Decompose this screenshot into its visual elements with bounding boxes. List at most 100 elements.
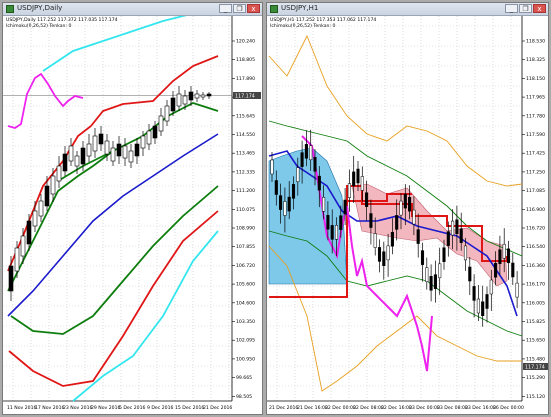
candle-body	[104, 140, 110, 155]
candle-body	[468, 266, 472, 282]
chart-window-daily[interactable]: USDJPY,Daily _ ❐ x USDJPY,Daily 117.252 …	[2, 2, 263, 415]
price-chart[interactable]: 118.530 118.325 118.150 117.965 117.780 117.5…	[267, 16, 548, 414]
minimize-button[interactable]: _	[505, 4, 518, 13]
candle-body	[485, 294, 489, 309]
candle-body	[502, 243, 506, 259]
candle-body	[416, 229, 420, 244]
candle-body	[377, 247, 382, 262]
candle-body	[403, 193, 407, 209]
candle-body	[347, 183, 351, 198]
candle-body	[408, 196, 412, 212]
candle-body	[86, 143, 92, 157]
band-lower-line	[72, 230, 219, 402]
candle-body	[110, 147, 116, 162]
time-tick-label: 9 Dec 2016	[147, 405, 174, 411]
time-tick-label: 26 Dec 00:00	[493, 405, 524, 411]
window-controls: _ ❐ x	[505, 4, 546, 14]
candle-body	[451, 220, 455, 236]
candle-body	[14, 247, 20, 272]
candle-body	[309, 145, 313, 161]
window-title: USDJPY,H1	[281, 4, 319, 12]
price-tick-label: 115.290	[526, 375, 545, 381]
restore-button[interactable]: ❐	[233, 4, 246, 13]
candle-body	[463, 245, 468, 261]
candle-body	[412, 209, 416, 225]
candle-body	[369, 213, 373, 228]
candle-body	[270, 159, 274, 175]
time-tick-label: 22 Dec 16:00	[381, 405, 412, 411]
price-tick-label: 104.600	[236, 300, 255, 306]
time-tick-label: 11 Nov 2016	[7, 405, 36, 411]
chart-icon	[6, 5, 14, 13]
candle-body	[116, 143, 122, 157]
candle-body	[330, 225, 334, 240]
candle-body	[158, 115, 164, 132]
candle-body	[313, 157, 317, 172]
candle-body	[481, 301, 485, 316]
current-price-label: 117.174	[235, 94, 255, 100]
candle-body	[352, 171, 356, 187]
candle-body	[399, 200, 403, 216]
price-tick-label: 117.425	[526, 151, 545, 157]
candle-body	[446, 231, 450, 246]
candle-body	[442, 247, 446, 262]
candle-body	[511, 262, 515, 278]
chikou-span-line	[7, 72, 84, 129]
price-tick-label: 99.665	[236, 375, 252, 381]
candle-body	[429, 276, 433, 291]
time-tick-label: 22 Dec 08:00	[353, 405, 384, 411]
candle-body	[291, 184, 296, 199]
candle-body	[26, 220, 32, 245]
candle-body	[206, 93, 212, 97]
price-tick-label: 108.990	[236, 226, 255, 232]
time-tick-label: 17 Nov 2016	[35, 405, 64, 411]
band-lower-line	[8, 210, 219, 387]
window-controls: _ ❐ x	[219, 4, 260, 14]
price-tick-label: 118.805	[236, 57, 255, 63]
price-tick-label: 100.950	[236, 356, 255, 362]
candle-body	[365, 192, 369, 207]
price-tick-label: 98.505	[236, 394, 252, 400]
candle-body	[44, 185, 50, 207]
band-upper-line	[7, 125, 92, 272]
candle-body	[395, 215, 399, 230]
candle-body	[140, 135, 146, 149]
candle-body	[38, 200, 44, 217]
candle-body	[360, 176, 364, 191]
candle-body	[283, 201, 287, 216]
price-tick-label: 115.650	[526, 338, 545, 344]
time-tick-label: 23 Dec 16:00	[465, 405, 496, 411]
chart-window-h1[interactable]: USDJPY,H1 _ ❐ x USDJPY,H1 117.252 117.35…	[266, 2, 549, 415]
close-button[interactable]: x	[533, 4, 546, 13]
chart-icon	[270, 5, 278, 13]
title-bar[interactable]: USDJPY,H1 _ ❐ x	[267, 3, 548, 16]
time-tick-label: 29 Nov 2016	[91, 405, 120, 411]
price-tick-label: 118.150	[526, 76, 545, 82]
candle-body	[194, 93, 200, 99]
price-tick-label: 116.900	[526, 207, 545, 213]
candle-body	[386, 245, 390, 261]
close-button[interactable]: x	[247, 4, 260, 13]
candle-body	[356, 168, 360, 184]
candle-body	[455, 219, 459, 234]
price-tick-label: 117.780	[526, 113, 545, 119]
price-chart[interactable]: 120.240118.805117.890116.750115.645114.5…	[3, 16, 262, 414]
price-tick-label: 118.325	[526, 57, 545, 63]
price-tick-label: 116.170	[526, 282, 545, 288]
minimize-button[interactable]: _	[219, 4, 232, 13]
title-bar[interactable]: USDJPY,Daily _ ❐ x	[3, 3, 262, 16]
price-tick-label: 117.890	[236, 76, 255, 82]
price-tick-label: 107.855	[236, 244, 255, 250]
candle-body	[56, 165, 62, 182]
candle-body	[420, 250, 425, 265]
candle-body	[438, 263, 442, 279]
candle-body	[62, 153, 68, 172]
current-price-label: 117.174	[525, 365, 545, 371]
price-tick-label: 105.600	[236, 282, 255, 288]
candle-body	[68, 145, 74, 162]
restore-button[interactable]: ❐	[519, 4, 532, 13]
time-tick-label: 23 Nov 2016	[63, 405, 92, 411]
candle-body	[152, 125, 158, 139]
candle-body	[304, 144, 308, 159]
price-tick-label: 110.075	[236, 207, 255, 213]
